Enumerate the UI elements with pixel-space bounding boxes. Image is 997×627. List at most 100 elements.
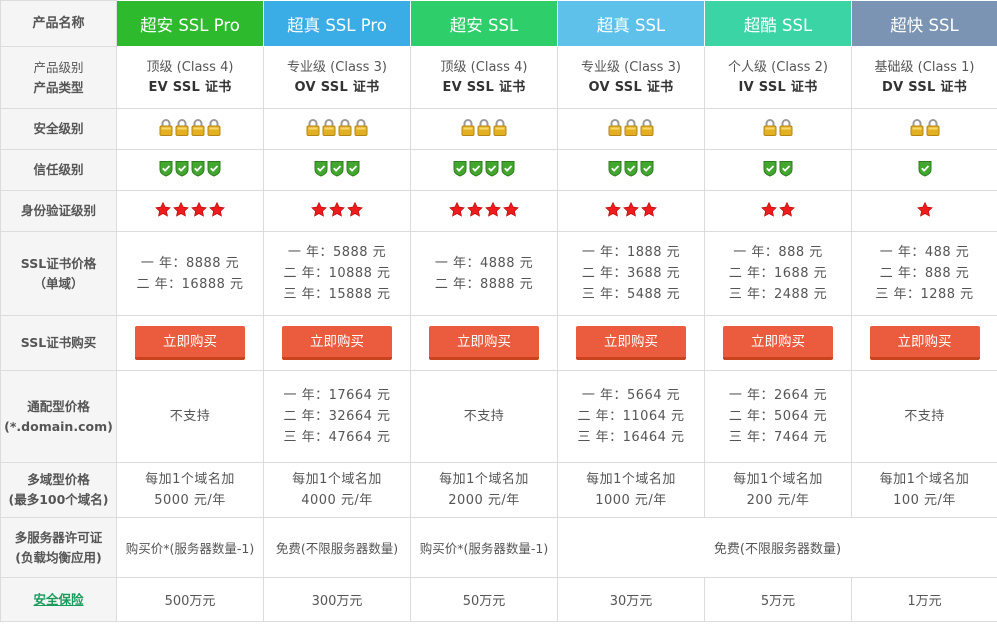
product-type: DV SSL 证书 <box>881 79 968 95</box>
multidomain-line: 100 元/年 <box>893 493 956 508</box>
insurance-cell: 5万元 <box>704 577 852 622</box>
star-icon <box>916 201 933 217</box>
lock-icon <box>175 118 189 136</box>
label-price-main: SSL证书价格 <box>20 255 97 271</box>
price-line: 一 年：1888 元 <box>581 245 681 260</box>
price-line: 三 年：5488 元 <box>581 287 681 302</box>
label-price: SSL证书价格 （单域） <box>0 231 117 316</box>
shield-check-icon <box>346 160 360 177</box>
security-cell <box>410 108 558 150</box>
price-line: 三 年：15888 元 <box>283 287 391 302</box>
trust-icons <box>453 160 515 177</box>
level-cell-5: 基础级 (Class 1) DV SSL 证书 <box>851 46 997 109</box>
verify-icons <box>449 201 519 217</box>
price-line: 一 年：488 元 <box>879 245 970 260</box>
lock-icon <box>640 118 654 136</box>
product-level: 专业级 (Class 3) <box>581 59 681 75</box>
server-cell: 购买价*(服务器数量-1) <box>116 517 264 578</box>
buy-button[interactable]: 立即购买 <box>723 326 833 360</box>
multidomain-line: 每加1个域名加 <box>292 472 382 487</box>
product-type: EV SSL 证书 <box>442 79 526 95</box>
buy-button[interactable]: 立即购买 <box>282 326 392 360</box>
insurance-cell: 50万元 <box>410 577 558 622</box>
buy-button[interactable]: 立即购买 <box>135 326 245 360</box>
price-line: 二 年：10888 元 <box>283 266 391 281</box>
star-icon <box>311 201 327 217</box>
buy-button[interactable]: 立即购买 <box>869 326 980 360</box>
buy-cell: 立即购买 <box>116 315 264 371</box>
insurance-link[interactable]: 安全保险 <box>33 592 83 607</box>
verify-cell <box>851 190 997 232</box>
verify-icons <box>155 201 225 217</box>
shield-check-icon <box>314 160 328 177</box>
security-cell <box>116 108 264 150</box>
star-icon <box>761 201 777 217</box>
label-trust: 信任级别 <box>0 149 117 191</box>
level-cell-2: 顶级 (Class 4) EV SSL 证书 <box>410 46 558 109</box>
insurance-cell: 30万元 <box>557 577 705 622</box>
insurance-cell: 500万元 <box>116 577 264 622</box>
verify-cell <box>704 190 852 232</box>
shield-check-icon <box>624 160 638 177</box>
security-cell <box>704 108 852 150</box>
verify-icons <box>311 201 363 217</box>
product-header-5: 超快 SSL <box>851 0 997 47</box>
star-icon <box>209 201 225 217</box>
security-icons <box>608 118 654 136</box>
price-line: 二 年：16888 元 <box>136 276 244 292</box>
insurance-cell: 1万元 <box>851 577 997 622</box>
product-header-0: 超安 SSL Pro <box>116 0 264 47</box>
lock-icon <box>191 118 205 136</box>
star-icon <box>155 201 171 217</box>
star-icon <box>485 201 501 217</box>
row-insurance: 安全保险 500万元 300万元 50万元 30万元 5万元 1万元 <box>0 577 997 622</box>
product-type: OV SSL 证书 <box>294 79 380 95</box>
row-verify: 身份验证级别 <box>0 190 997 232</box>
price-cell: 一 年：488 元二 年：888 元三 年：1288 元 <box>851 231 997 316</box>
server-cell: 购买价*(服务器数量-1) <box>410 517 558 578</box>
label-multidomain-main: 多域型价格 <box>27 472 90 487</box>
price-cell: 一 年：5888 元二 年：10888 元三 年：15888 元 <box>263 231 411 316</box>
lock-icon <box>477 118 491 136</box>
label-product-name: 产品名称 <box>0 0 117 47</box>
product-level: 个人级 (Class 2) <box>728 59 828 75</box>
star-icon <box>173 201 189 217</box>
label-wildcard-sub: (*.domain.com) <box>4 418 113 434</box>
star-icon <box>605 201 621 217</box>
trust-icons <box>314 160 360 177</box>
price-line: 三 年：2488 元 <box>728 287 828 302</box>
price-line: 一 年：8888 元 <box>140 255 240 271</box>
star-icon <box>191 201 207 217</box>
security-icons <box>763 118 793 136</box>
security-cell <box>557 108 705 150</box>
wildcard-line: 二 年：11064 元 <box>577 409 685 424</box>
wildcard-cell: 不支持 <box>410 370 558 463</box>
buy-cell: 立即购买 <box>851 315 997 371</box>
label-price-sub: （单域） <box>33 275 84 291</box>
buy-button[interactable]: 立即购买 <box>429 326 539 360</box>
server-cell: 免费(不限服务器数量) <box>263 517 411 578</box>
level-cell-1: 专业级 (Class 3) OV SSL 证书 <box>263 46 411 109</box>
level-cell-0: 顶级 (Class 4) EV SSL 证书 <box>116 46 264 109</box>
row-server-license: 多服务器许可证 (负载均衡应用) 购买价*(服务器数量-1) 免费(不限服务器数… <box>0 517 997 578</box>
trust-cell <box>116 149 264 191</box>
multidomain-line: 1000 元/年 <box>595 493 667 508</box>
wildcard-line: 不支持 <box>904 409 945 424</box>
shield-check-icon <box>191 160 205 177</box>
multidomain-line: 200 元/年 <box>746 493 810 508</box>
shield-check-icon <box>640 160 654 177</box>
multidomain-line: 每加1个域名加 <box>586 472 676 487</box>
lock-icon <box>910 118 924 136</box>
trust-cell <box>410 149 558 191</box>
lock-icon <box>322 118 336 136</box>
insurance-cell: 300万元 <box>263 577 411 622</box>
buy-button[interactable]: 立即购买 <box>576 326 686 360</box>
product-header-1: 超真 SSL Pro <box>263 0 411 47</box>
product-header-4: 超酷 SSL <box>704 0 852 47</box>
multidomain-line: 2000 元/年 <box>448 493 520 508</box>
verify-cell <box>557 190 705 232</box>
star-icon <box>449 201 465 217</box>
lock-icon <box>207 118 221 136</box>
shield-check-icon <box>207 160 221 177</box>
security-icons <box>910 118 940 136</box>
